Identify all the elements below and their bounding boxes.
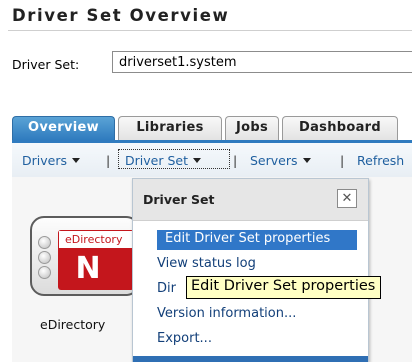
servers-menu[interactable]: Servers xyxy=(250,153,311,168)
edirectory-icon: eDirectory N xyxy=(58,230,134,290)
close-icon[interactable]: ✕ xyxy=(337,189,357,208)
driver-set-label: Driver Set: xyxy=(12,57,80,72)
servers-menu-label: Servers xyxy=(250,153,298,168)
refresh-link[interactable]: Refresh xyxy=(357,153,412,168)
menu-item-dir[interactable]: Dir xyxy=(157,281,176,296)
tab-overview[interactable]: Overview xyxy=(12,116,115,140)
menu-item-export[interactable]: Export... xyxy=(157,331,212,346)
status-dot-icon xyxy=(38,236,51,249)
edirectory-label: eDirectory xyxy=(40,317,106,332)
menu-item-edit-driver-set-properties[interactable]: Edit Driver Set properties xyxy=(157,230,357,250)
title-divider xyxy=(8,30,412,31)
dropdown-header: Driver Set ✕ xyxy=(133,179,368,221)
tab-dashboard[interactable]: Dashboard xyxy=(282,116,398,140)
tooltip: Edit Driver Set properties xyxy=(186,276,382,299)
driver-set-menu[interactable]: Driver Set xyxy=(125,153,201,168)
edirectory-logo-text: eDirectory xyxy=(58,230,134,249)
drivers-menu-label: Drivers xyxy=(22,153,67,168)
chevron-down-icon xyxy=(302,158,311,163)
driver-set-field[interactable]: driverset1.system xyxy=(112,51,412,73)
tab-libraries[interactable]: Libraries xyxy=(118,116,222,140)
status-dot-icon xyxy=(38,266,51,279)
menu-item-view-status-log[interactable]: View status log xyxy=(157,256,256,271)
driver-set-menu-label: Driver Set xyxy=(125,153,188,168)
chevron-down-icon xyxy=(71,158,80,163)
menu-separator: | xyxy=(233,153,238,168)
page-title: Driver Set Overview xyxy=(12,6,230,25)
tab-jobs[interactable]: Jobs xyxy=(225,116,279,140)
drivers-menu[interactable]: Drivers xyxy=(22,153,80,168)
dropdown-footer xyxy=(133,356,368,362)
menu-separator: | xyxy=(106,153,111,168)
driver-set-dropdown: Driver Set ✕ Edit Driver Set properties … xyxy=(132,178,369,362)
menu-separator: | xyxy=(340,153,345,168)
menu-item-version-information[interactable]: Version information... xyxy=(157,306,296,321)
status-dot-icon xyxy=(38,251,51,264)
edirectory-tile[interactable]: eDirectory N xyxy=(30,216,140,296)
dropdown-title: Driver Set xyxy=(143,192,215,207)
chevron-down-icon xyxy=(192,158,201,163)
edirectory-logo-letter: N xyxy=(75,251,101,286)
